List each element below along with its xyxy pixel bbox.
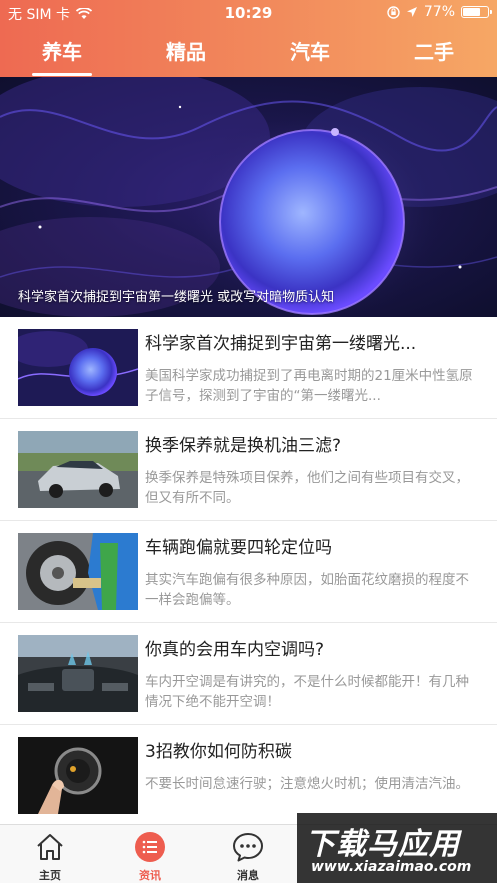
nav-messages-label: 消息	[237, 869, 259, 882]
news-item[interactable]: 车辆跑偏就要四轮定位吗 其实汽车跑偏有很多种原因，如胎面花纹磨损的程度不一样会跑…	[0, 521, 497, 623]
nav-news-label: 资讯	[139, 869, 161, 882]
watermark-title: 下载马应用	[305, 827, 460, 862]
home-icon	[37, 834, 63, 860]
news-thumbnail	[18, 329, 138, 406]
location-icon	[406, 7, 417, 17]
battery-percent: 77%	[423, 4, 455, 20]
banner-caption: 科学家首次捕捉到宇宙第一缕曙光 或改写对暗物质认知	[18, 290, 335, 305]
news-icon	[135, 832, 165, 862]
banner-image	[0, 77, 497, 317]
tab-jingpin[interactable]: 精品	[136, 36, 236, 65]
news-description: 其实汽车跑偏有很多种原因，如胎面花纹磨损的程度不一样会跑偏等。	[145, 572, 469, 608]
news-thumbnail	[18, 431, 138, 508]
tab-qiche[interactable]: 汽车	[260, 36, 360, 65]
status-bar: 无 SIM 卡 10:29 77%	[0, 0, 497, 26]
tab-ershou[interactable]: 二手	[384, 36, 484, 65]
nav-news[interactable]: 资讯	[100, 825, 200, 883]
news-description: 换季保养是特殊项目保养，他们之间有些项目有交叉，但又有所不同。	[145, 470, 469, 506]
category-tabs: 养车 精品 汽车 二手	[0, 26, 497, 77]
nav-home-label: 主页	[39, 869, 61, 882]
status-right: 77%	[387, 4, 492, 20]
news-item[interactable]: 科学家首次捕捉到宇宙第一缕曙光... 美国科学家成功捕捉到了再电离时期的21厘米…	[0, 317, 497, 419]
orientation-lock-icon	[387, 5, 400, 19]
news-description: 车内开空调是有讲究的，不是什么时候都能开！有几种情况下绝不能开空调！	[145, 674, 469, 710]
nav-home[interactable]: 主页	[0, 825, 100, 883]
news-item[interactable]: 你真的会用车内空调吗? 车内开空调是有讲究的，不是什么时候都能开！有几种情况下绝…	[0, 623, 497, 725]
news-title: 3招教你如何防积碳	[145, 742, 292, 762]
banner[interactable]: 科学家首次捕捉到宇宙第一缕曙光 或改写对暗物质认知	[0, 77, 497, 317]
news-thumbnail	[18, 737, 138, 814]
news-description: 不要长时间怠速行驶；注意熄火时机；使用清洁汽油。	[145, 776, 469, 792]
header: 无 SIM 卡 10:29 77% 养车 精品 汽车 二手	[0, 0, 497, 77]
watermark-url: www.xiazaimao.com	[311, 859, 472, 875]
news-thumbnail	[18, 635, 138, 712]
news-title: 换季保养就是换机油三滤?	[145, 436, 342, 456]
news-item[interactable]: 3招教你如何防积碳 不要长时间怠速行驶；注意熄火时机；使用清洁汽油。	[0, 725, 497, 827]
message-icon	[233, 833, 263, 862]
nav-messages[interactable]: 消息	[198, 825, 298, 883]
news-description: 美国科学家成功捕捉到了再电离时期的21厘米中性氢原子信号，探测到了宇宙的“第一缕…	[145, 368, 473, 404]
battery-icon	[461, 6, 492, 18]
tab-yangche[interactable]: 养车	[12, 36, 112, 76]
news-title: 科学家首次捕捉到宇宙第一缕曙光...	[145, 334, 417, 354]
news-title: 你真的会用车内空调吗?	[145, 640, 325, 660]
watermark: 下载马应用 www.xiazaimao.com	[297, 813, 497, 883]
news-thumbnail	[18, 533, 138, 610]
news-item[interactable]: 换季保养就是换机油三滤? 换季保养是特殊项目保养，他们之间有些项目有交叉，但又有…	[0, 419, 497, 521]
news-list: 科学家首次捕捉到宇宙第一缕曙光... 美国科学家成功捕捉到了再电离时期的21厘米…	[0, 317, 497, 827]
news-title: 车辆跑偏就要四轮定位吗	[145, 538, 332, 558]
